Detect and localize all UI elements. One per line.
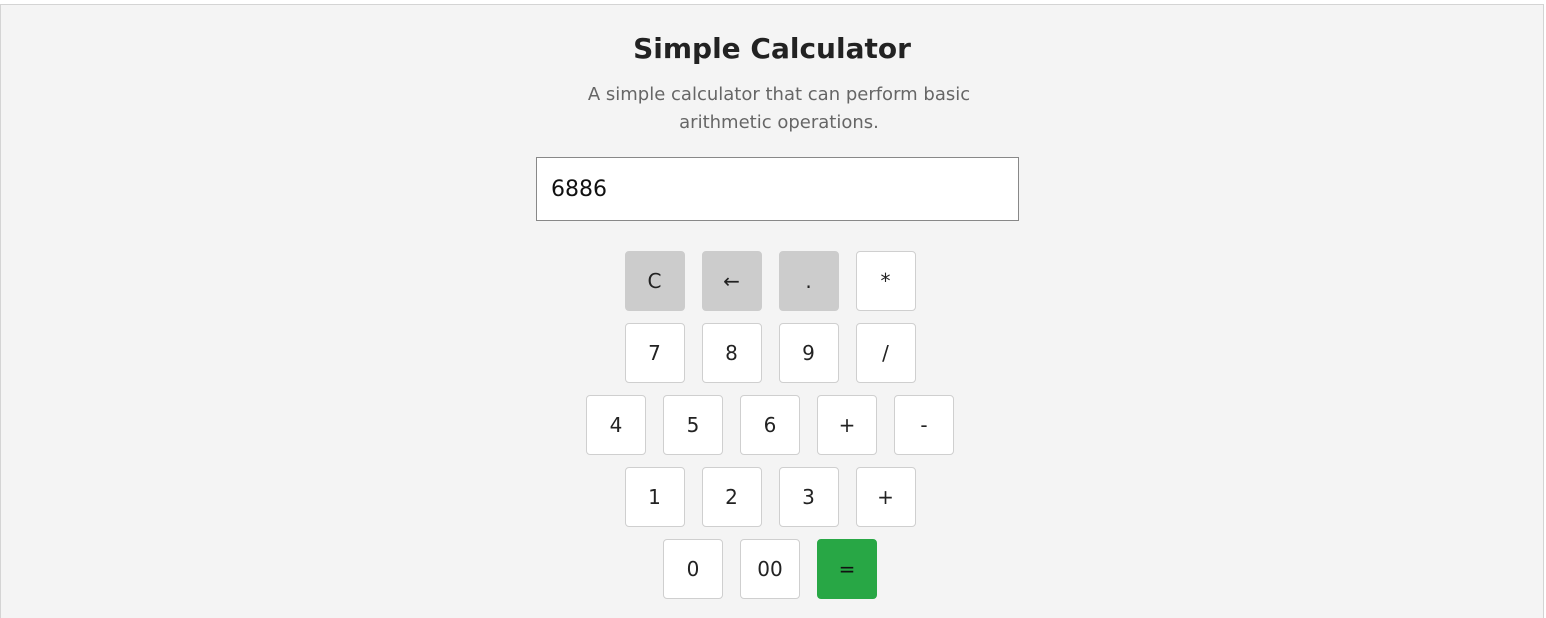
backspace-button[interactable]: ← [701,251,762,311]
equals-button[interactable]: = [817,539,877,599]
calculator-app: Simple Calculator A simple calculator th… [0,4,1544,618]
page-title: Simple Calculator [633,32,911,65]
keypad-row-3: 4 5 6 + - [0,395,1543,455]
plus-button[interactable]: + [855,467,916,527]
digit-8-button[interactable]: 8 [701,323,762,383]
clear-button[interactable]: C [624,251,685,311]
calculator-display[interactable] [536,157,1019,221]
keypad-row-5: 0 00 = [0,539,1543,599]
digit-1-button[interactable]: 1 [624,467,685,527]
multiply-button[interactable]: * [855,251,916,311]
keypad: C ← . * 7 8 9 / 4 5 6 + - 1 2 3 + 0 00 = [1,251,1543,611]
digit-6-button[interactable]: 6 [740,395,800,455]
digit-7-button[interactable]: 7 [624,323,685,383]
digit-0-button[interactable]: 0 [663,539,723,599]
digit-5-button[interactable]: 5 [663,395,723,455]
digit-9-button[interactable]: 9 [778,323,839,383]
double-zero-button[interactable]: 00 [740,539,800,599]
subtract-button[interactable]: - [894,395,954,455]
keypad-row-4: 1 2 3 + [0,467,1543,527]
add-button[interactable]: + [817,395,877,455]
digit-4-button[interactable]: 4 [586,395,646,455]
digit-3-button[interactable]: 3 [778,467,839,527]
digit-2-button[interactable]: 2 [701,467,762,527]
divide-button[interactable]: / [855,323,916,383]
decimal-button[interactable]: . [778,251,839,311]
keypad-row-1: C ← . * [0,251,1543,311]
page-description: A simple calculator that can perform bas… [587,84,971,133]
keypad-row-2: 7 8 9 / [0,323,1543,383]
